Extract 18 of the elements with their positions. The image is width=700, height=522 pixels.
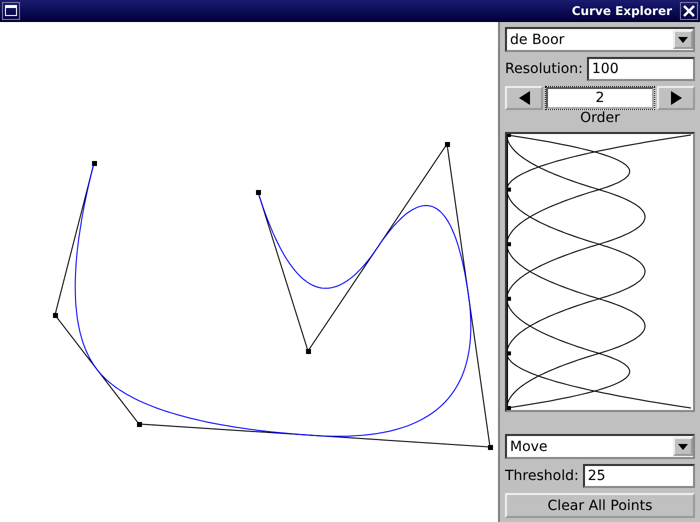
curve-type-dropdown[interactable]: de Boor (505, 27, 695, 52)
right-arrow-icon[interactable] (670, 91, 682, 105)
left-arrow-icon[interactable] (518, 91, 530, 105)
threshold-field[interactable]: 25 (582, 464, 695, 488)
order-field[interactable]: 2 (545, 86, 655, 110)
resolution-label: Resolution: (505, 61, 583, 77)
threshold-label: Threshold: (505, 468, 579, 484)
caret-icon[interactable] (678, 36, 688, 42)
resolution-field[interactable]: 100 (586, 57, 695, 81)
window-title: Curve Explorer (572, 4, 673, 18)
mode-dropdown[interactable]: Move (505, 434, 695, 459)
close-icon[interactable] (680, 2, 698, 20)
order-label: Order (580, 110, 620, 126)
caret-icon[interactable] (678, 444, 688, 450)
increase-button[interactable] (657, 86, 695, 110)
decrease-button[interactable] (505, 86, 543, 110)
window-menu-icon[interactable] (2, 2, 20, 20)
clear-points-button[interactable]: Clear All Points (505, 493, 695, 518)
